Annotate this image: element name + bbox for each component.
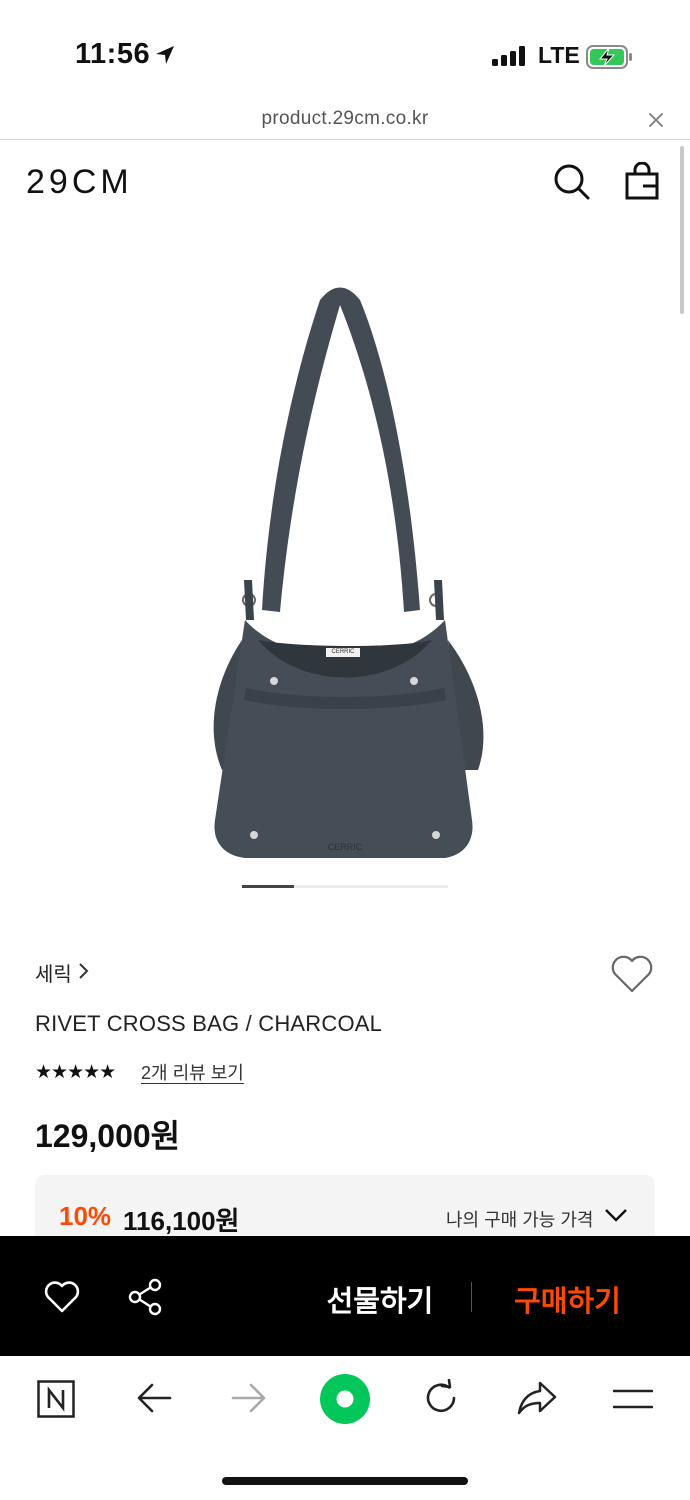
green-dot-icon[interactable]	[319, 1373, 371, 1425]
carousel-progress-active	[242, 885, 294, 888]
discount-rate: 10%	[59, 1201, 112, 1231]
forward-arrow-icon[interactable]	[231, 1382, 267, 1414]
buy-button[interactable]: 구매하기	[495, 1278, 640, 1320]
gift-button[interactable]: 선물하기	[300, 1278, 460, 1320]
review-link[interactable]: 2개 리뷰 보기	[141, 1059, 244, 1085]
chevron-down-icon[interactable]	[604, 1207, 628, 1223]
search-icon[interactable]	[553, 163, 591, 201]
heart-icon[interactable]	[44, 1280, 80, 1314]
battery-charging-icon	[586, 45, 632, 69]
url-bar[interactable]: product.29cm.co.kr	[0, 108, 690, 130]
rating-stars: ★★★★★	[35, 1062, 116, 1083]
bag-emboss-label: CERRIC	[327, 842, 363, 852]
location-arrow-icon	[156, 46, 174, 64]
bag-label-tag: CERRIC	[331, 649, 355, 655]
network-type: LTE	[538, 42, 580, 68]
share-arrow-icon[interactable]	[516, 1380, 558, 1416]
scrollbar[interactable]	[680, 146, 684, 314]
product-image[interactable]	[190, 278, 500, 868]
status-time: 11:56	[75, 38, 151, 70]
home-indicator[interactable]	[222, 1477, 468, 1485]
url-divider	[0, 139, 690, 140]
discount-price: 116,100원	[123, 1206, 240, 1236]
chevron-right-icon[interactable]	[77, 962, 89, 980]
reload-icon[interactable]	[422, 1379, 460, 1417]
menu-icon[interactable]	[613, 1386, 653, 1412]
promo-label[interactable]: 나의 구매 가능 가격	[446, 1206, 593, 1232]
heart-icon[interactable]	[610, 954, 654, 994]
brand-link[interactable]: 세릭	[35, 958, 72, 987]
signal-icon	[492, 46, 525, 66]
product-name: RIVET CROSS BAG / CHARCOAL	[35, 1011, 383, 1036]
naver-icon[interactable]	[37, 1380, 75, 1418]
back-arrow-icon[interactable]	[136, 1382, 172, 1414]
site-logo[interactable]: 29CM	[26, 163, 133, 202]
product-price: 129,000원	[35, 1118, 181, 1154]
close-icon[interactable]	[646, 110, 666, 130]
shopping-bag-icon[interactable]	[624, 162, 660, 200]
purchase-bar-divider	[471, 1282, 472, 1312]
share-icon[interactable]	[127, 1278, 163, 1316]
